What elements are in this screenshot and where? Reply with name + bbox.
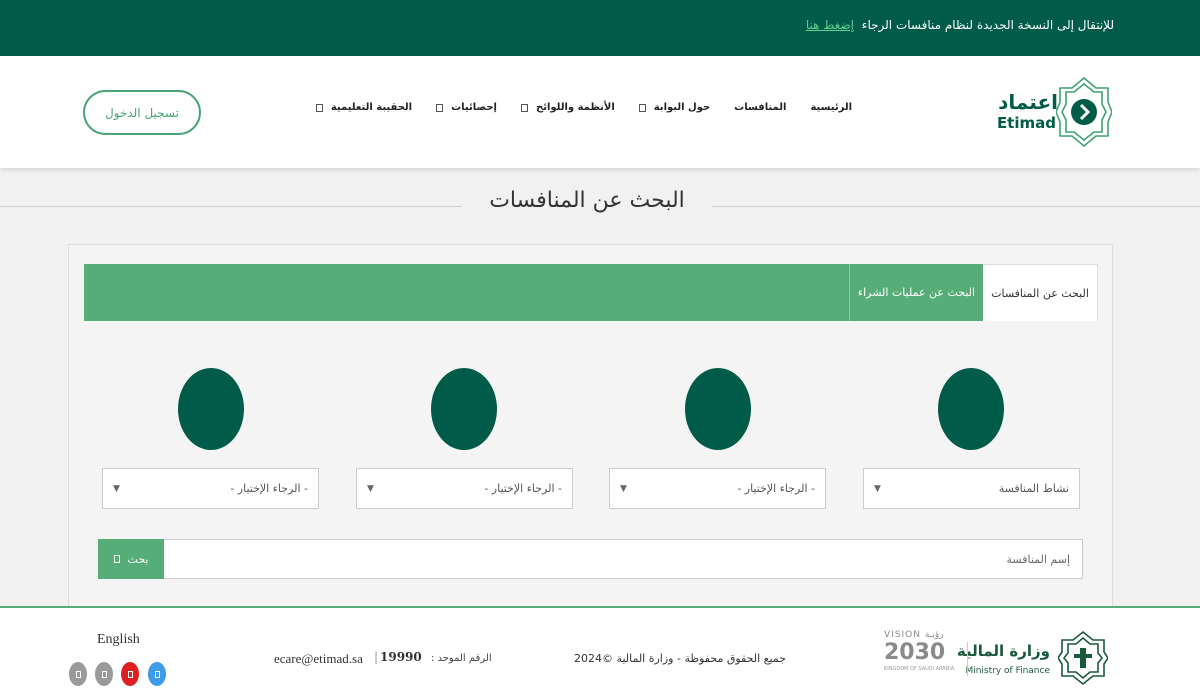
etimad-logo[interactable]: اعتماد Etimad [982, 74, 1112, 150]
social-icon-2[interactable] [95, 662, 113, 686]
support-email-link[interactable]: ecare@etimad.sa [274, 651, 363, 667]
competition-activity-select[interactable]: نشاط المنافسة ▼ [863, 468, 1080, 509]
chevron-down-icon: ▼ [620, 483, 627, 494]
nav-item-1[interactable]: الرئيسية [810, 102, 852, 113]
vision-year: 2030 [884, 640, 946, 665]
select-value: نشاط المنافسة [998, 482, 1069, 495]
nav-item-label: الحقيبة التعليمية [330, 102, 413, 113]
filter-select-4[interactable]: - الرجاء الإختيار - ▼ [102, 468, 319, 509]
footer-logo-divider [967, 642, 968, 676]
footer-separator: | [374, 650, 379, 664]
filter-select-2[interactable]: - الرجاء الإختيار - ▼ [609, 468, 826, 509]
nav-item-label: إحصائيات [451, 102, 497, 113]
twitter-icon[interactable] [148, 662, 166, 686]
tab-search-competitions[interactable]: البحث عن المنافسات [983, 264, 1098, 321]
search-icon [113, 555, 120, 563]
dropdown-icon [520, 103, 528, 112]
nav-item-label: الأنظمة واللوائح [535, 102, 615, 113]
ministry-of-finance-logo[interactable]: وزارة المالية Ministry of Finance [948, 630, 1108, 686]
step-indicator-1 [938, 368, 1004, 450]
vision-label: VISION رؤيـة [884, 630, 944, 640]
dropdown-icon [315, 103, 323, 112]
vision-subtitle: KINGDOM OF SAUDI ARABIA [884, 666, 955, 672]
step-indicator-3 [431, 368, 497, 450]
language-switch-link[interactable]: English [97, 632, 140, 648]
nav-item-label: الرئيسية [810, 102, 852, 113]
site-footer: وزارة المالية Ministry of Finance VISION… [0, 606, 1200, 700]
search-tabs: البحث عن المنافسات البحث عن عمليات الشرا… [84, 264, 1098, 321]
search-button-label: بحث [127, 552, 149, 566]
chevron-down-icon: ▼ [367, 483, 374, 494]
logo-text-english: Etimad [996, 114, 1056, 132]
ministry-name-arabic: وزارة المالية [956, 642, 1050, 660]
tab-search-purchases[interactable]: البحث عن عمليات الشراء [849, 264, 983, 321]
announcement-link[interactable]: إضغط هنا [806, 18, 854, 32]
announcement-message: للإنتقال إلى النسخة الجديدة لنظام منافسا… [806, 18, 1114, 32]
main-nav: الرئيسية المنافسات حول البوابة الأنظمة والل… [292, 102, 852, 113]
chevron-down-icon: ▼ [874, 483, 881, 494]
unified-number-value: 19990 [380, 650, 422, 664]
social-icon-1[interactable] [69, 662, 87, 686]
select-value: - الرجاء الإختيار - [484, 482, 562, 495]
announcement-text: للإنتقال إلى النسخة الجديدة لنظام منافسا… [861, 18, 1114, 32]
title-divider-right [712, 206, 1200, 207]
dropdown-icon [638, 103, 646, 112]
social-glyph-icon [101, 670, 107, 678]
etimad-logo-icon [1056, 76, 1112, 148]
nav-item-2[interactable]: المنافسات [734, 102, 786, 113]
step-indicator-2 [685, 368, 751, 450]
page-title: البحث عن المنافسات [489, 188, 685, 213]
step-indicator-4 [178, 368, 244, 450]
nav-item-6[interactable]: الحقيبة التعليمية [315, 102, 413, 113]
login-button[interactable]: تسجيل الدخول [83, 90, 201, 135]
ministry-name-english: Ministry of Finance [965, 666, 1050, 676]
nav-item-4[interactable]: الأنظمة واللوائح [520, 102, 615, 113]
nav-item-label: حول البوابة [653, 102, 711, 113]
competition-name-input[interactable] [163, 539, 1083, 579]
select-value: - الرجاء الإختيار - [737, 482, 815, 495]
vision-2030-logo: VISION رؤيـة 2030 KINGDOM OF SAUDI ARABI… [884, 630, 956, 688]
chevron-down-icon: ▼ [113, 483, 120, 494]
social-glyph-icon [127, 670, 133, 678]
unified-number: الرقم الموحد : 19990 [380, 650, 492, 664]
youtube-icon[interactable] [121, 662, 139, 686]
nav-item-label: المنافسات [734, 102, 787, 113]
nav-item-3[interactable]: حول البوابة [638, 102, 711, 113]
nav-item-5[interactable]: إحصائيات [436, 102, 497, 113]
announcement-bar: للإنتقال إلى النسخة الجديدة لنظام منافسا… [0, 0, 1200, 56]
site-header: اعتماد Etimad الرئيسية المنافسات حول البوا… [0, 56, 1200, 168]
logo-text-arabic: اعتماد [998, 90, 1058, 114]
copyright-text: جميع الحقوق محفوظة - وزارة المالية ©2024 [574, 652, 786, 665]
social-glyph-icon [75, 670, 81, 678]
title-divider-left [0, 206, 462, 207]
select-value: - الرجاء الإختيار - [230, 482, 308, 495]
ministry-emblem-icon [1058, 630, 1108, 686]
dropdown-icon [436, 103, 444, 112]
search-button[interactable]: بحث [98, 539, 164, 579]
filter-select-3[interactable]: - الرجاء الإختيار - ▼ [356, 468, 573, 509]
social-glyph-icon [154, 670, 160, 678]
unified-number-label: الرقم الموحد : [430, 653, 492, 664]
